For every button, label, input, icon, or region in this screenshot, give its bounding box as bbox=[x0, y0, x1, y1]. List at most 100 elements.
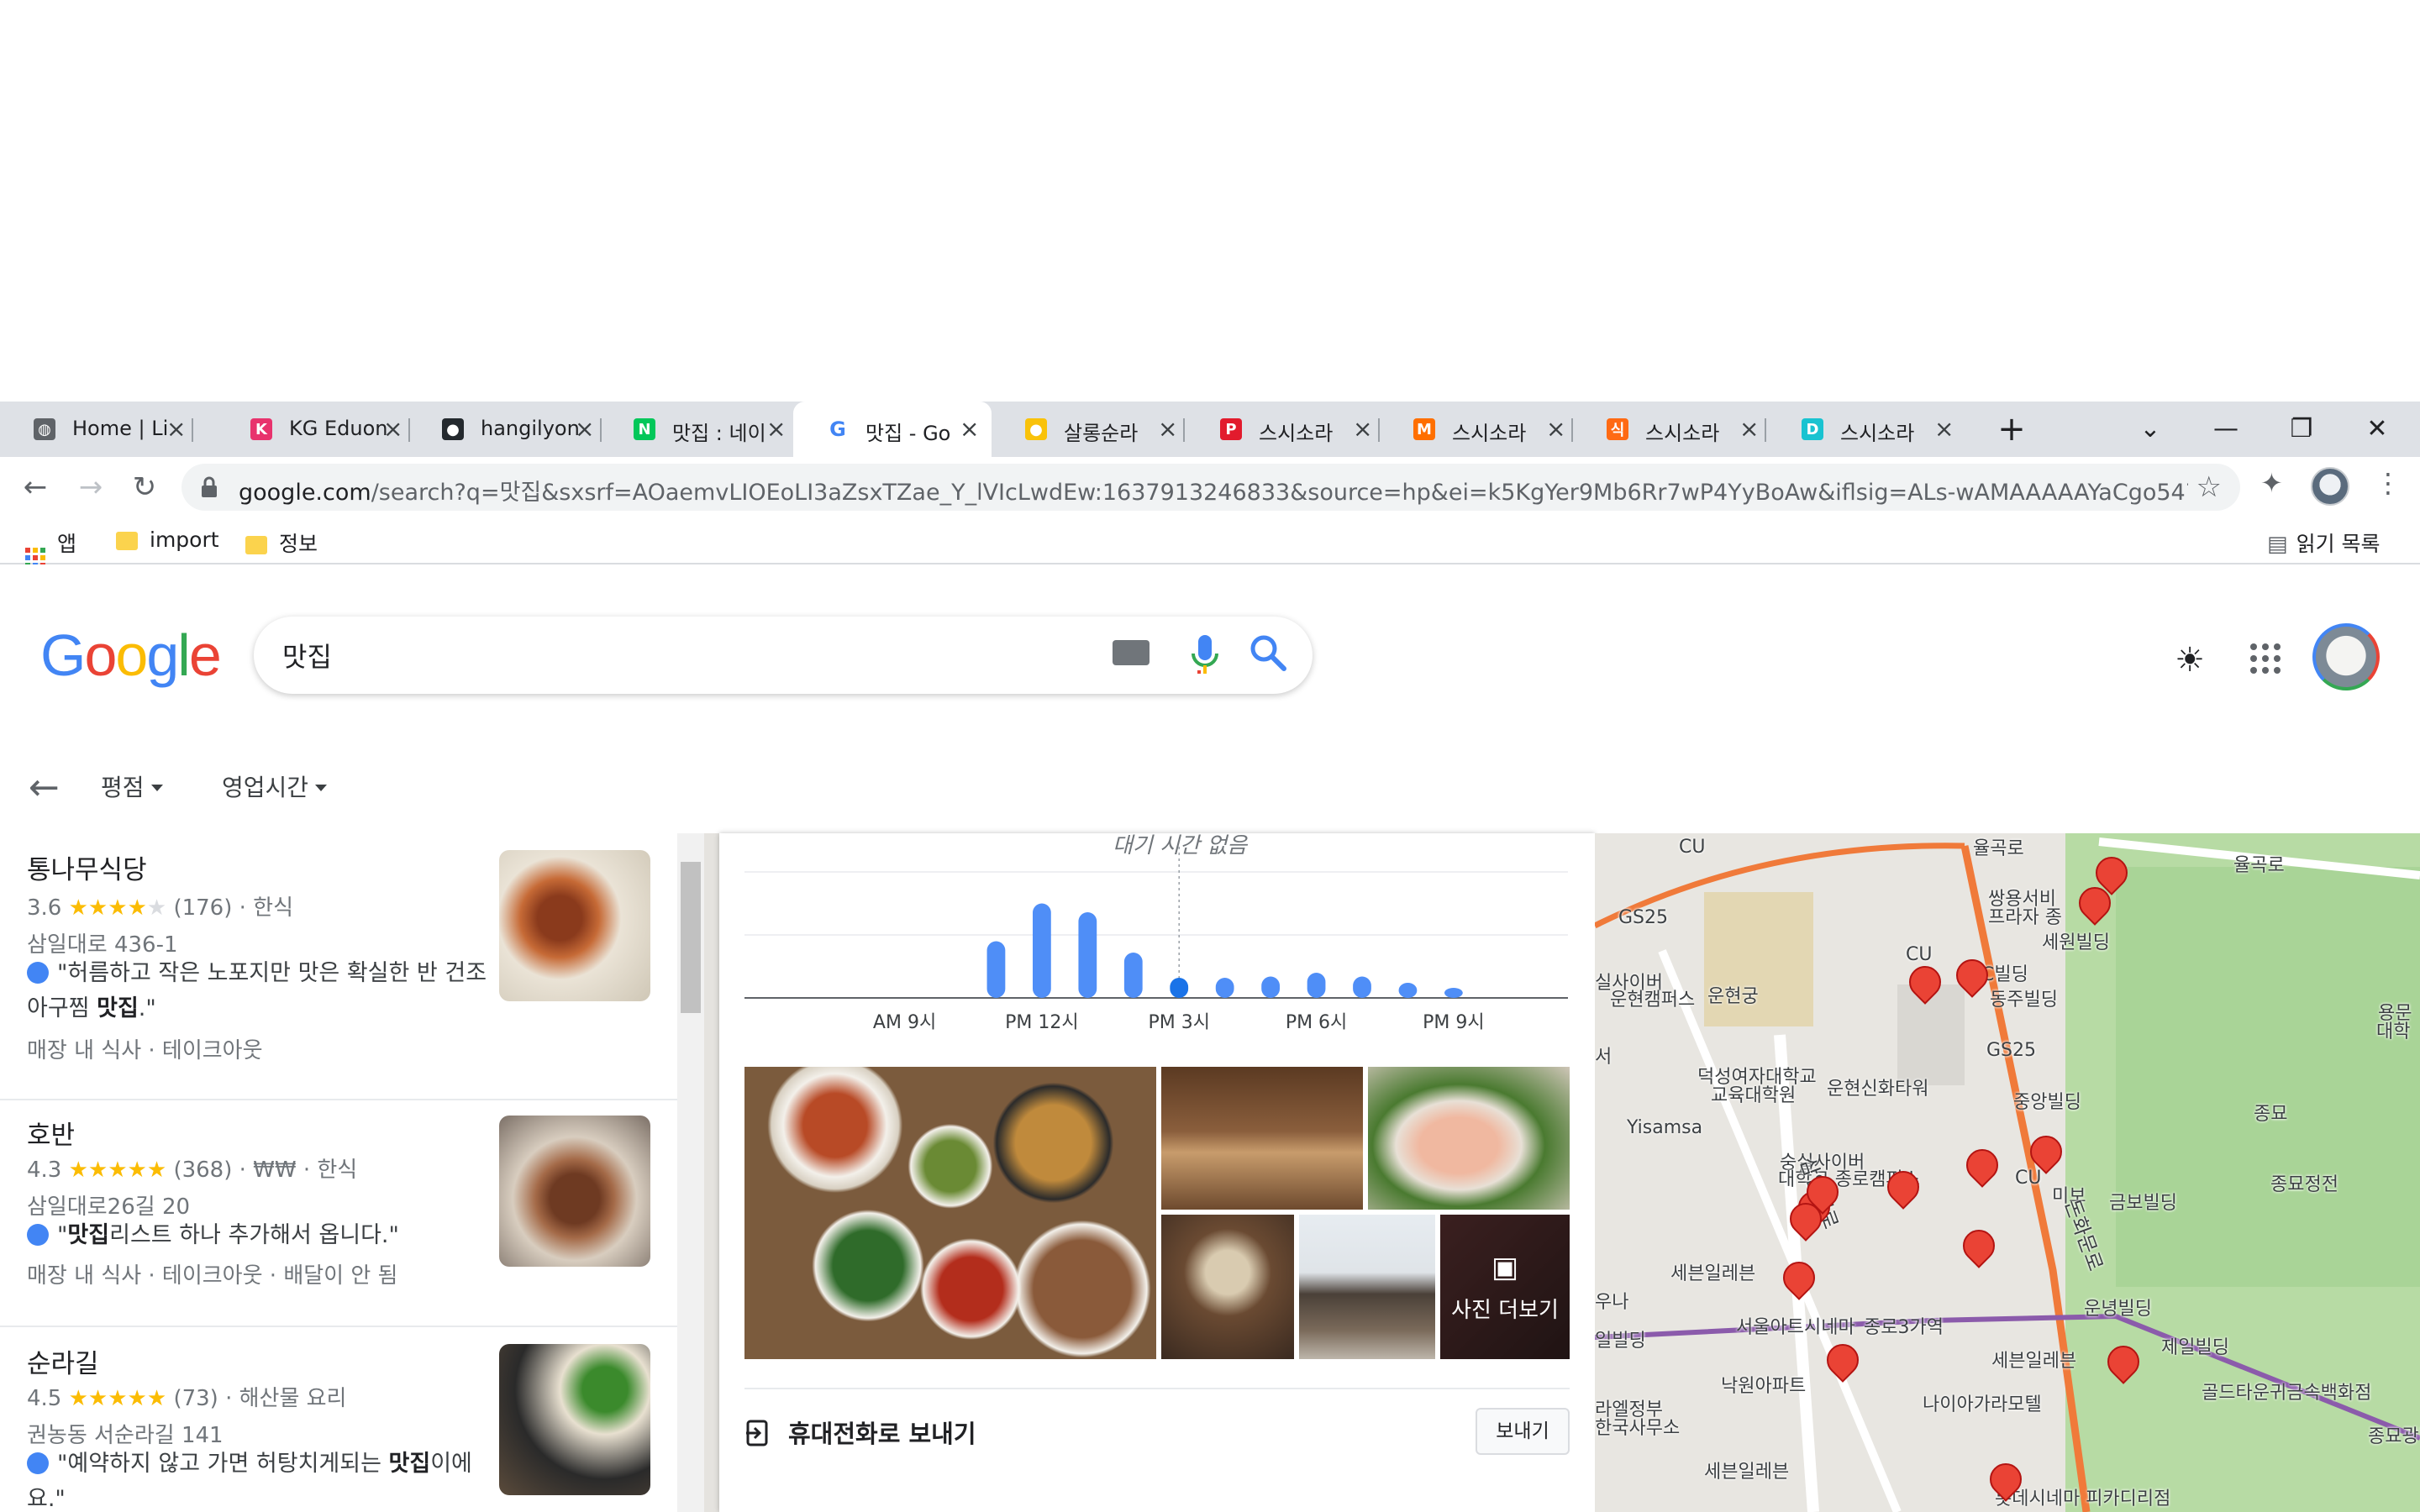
map-view[interactable]: CU 율곡로 율곡로 GS25 쌍용서비 프라자 종 세원빌딩 C빌딩 동주빌딩 CU 실사이버 운현… bbox=[1595, 833, 2420, 1512]
list-scrollbar[interactable] bbox=[677, 833, 704, 1512]
forward-button[interactable]: → bbox=[69, 465, 113, 509]
photo-interior[interactable] bbox=[1161, 1067, 1363, 1210]
tab-strip: ◍ Home | Li × K KG Eduon × ● hangilyon × N 맛집 : 네이… bbox=[0, 402, 2420, 457]
more-photos-button[interactable]: ▣ 사진 더보기 bbox=[1440, 1215, 1570, 1359]
chart-bar[interactable] bbox=[1078, 912, 1097, 998]
reload-button[interactable]: ↻ bbox=[123, 465, 166, 509]
search-input[interactable] bbox=[282, 635, 1123, 675]
chart-bar[interactable] bbox=[1261, 976, 1280, 999]
tab-3[interactable]: N 맛집 : 네이 × bbox=[600, 402, 793, 457]
bookmark-folder-import[interactable]: import bbox=[116, 528, 219, 552]
profile-avatar[interactable] bbox=[2311, 467, 2349, 506]
result-item[interactable]: 호반 4.3 ★★★★★ (368) · ₩₩ · 한식 삼일대로26길 20 … bbox=[0, 1100, 677, 1327]
tab-close-icon[interactable]: × bbox=[575, 415, 594, 443]
bookmark-star-icon[interactable]: ☆ bbox=[2196, 470, 2222, 504]
account-avatar[interactable] bbox=[2312, 623, 2380, 690]
extensions-icon[interactable]: ✦ bbox=[2260, 467, 2283, 499]
tab-close-icon[interactable]: × bbox=[383, 415, 402, 443]
theme-toggle-icon[interactable]: ☀ bbox=[2171, 642, 2208, 679]
photo-storefront[interactable] bbox=[1299, 1215, 1435, 1359]
bookmark-folder-info[interactable]: 정보 bbox=[245, 528, 318, 558]
tab-favicon-icon: P bbox=[1220, 418, 1242, 440]
new-tab-button[interactable]: + bbox=[1986, 402, 2037, 457]
reading-list-button[interactable]: ▤ 읽기 목록 bbox=[2267, 528, 2381, 558]
chart-bar[interactable] bbox=[1123, 953, 1143, 998]
scrollbar-thumb[interactable] bbox=[681, 862, 701, 1013]
minimize-button[interactable]: — bbox=[2188, 402, 2264, 457]
address-bar[interactable]: google.com/search?q=맛집&sxsrf=AOaemvLIOEo… bbox=[182, 464, 2240, 511]
google-logo[interactable]: Google bbox=[40, 622, 222, 689]
user-icon bbox=[27, 1224, 49, 1246]
map-label: 동주빌딩 bbox=[1990, 990, 2058, 1011]
tab-close-icon[interactable]: × bbox=[1739, 415, 1759, 443]
tab-7[interactable]: M 스시소라 × bbox=[1380, 402, 1573, 457]
chart-bar[interactable] bbox=[1353, 976, 1371, 999]
photo-main[interactable] bbox=[744, 1067, 1156, 1359]
keyboard-icon[interactable] bbox=[1113, 640, 1150, 665]
bookmark-label: import bbox=[150, 528, 219, 552]
tab-close-icon[interactable]: × bbox=[1158, 415, 1177, 443]
result-photo[interactable] bbox=[499, 850, 650, 1001]
restore-button[interactable]: ❐ bbox=[2264, 402, 2339, 457]
chart-bar[interactable] bbox=[1307, 973, 1326, 998]
result-title[interactable]: 통나무식당 bbox=[27, 848, 147, 886]
tab-close-icon[interactable]: × bbox=[1934, 415, 1954, 443]
back-arrow-icon[interactable]: ← bbox=[29, 766, 60, 809]
chart-bar[interactable] bbox=[1170, 978, 1189, 998]
filter-rating[interactable]: 평점 bbox=[101, 769, 163, 803]
chart-bar[interactable] bbox=[1444, 988, 1463, 998]
chart-bar[interactable] bbox=[1398, 983, 1418, 998]
bookmark-apps[interactable]: 앱 bbox=[25, 528, 76, 568]
results-area: 통나무식당 3.6 ★★★★★ (176) · 한식 삼일대로 436-1 "허… bbox=[0, 833, 2420, 1512]
chart-bar[interactable] bbox=[1215, 978, 1234, 998]
tab-close-icon[interactable]: × bbox=[1353, 415, 1372, 443]
tab-9[interactable]: D 스시소라 × bbox=[1768, 402, 1961, 457]
bookmarks-bar: 앱 import 정보 ▤ 읽기 목록 bbox=[0, 517, 2420, 568]
result-item[interactable]: 통나무식당 3.6 ★★★★★ (176) · 한식 삼일대로 436-1 "허… bbox=[0, 833, 677, 1100]
result-item[interactable]: 순라길 4.5 ★★★★★ (73) · 해산물 요리 권농동 서순라길 141… bbox=[0, 1327, 677, 1512]
user-icon bbox=[27, 962, 49, 984]
map-label: 서울아트시네마 bbox=[1736, 1317, 1855, 1338]
chart-bar[interactable] bbox=[1033, 903, 1051, 999]
tab-4[interactable]: G 맛집 - Go × bbox=[793, 402, 992, 457]
tab-1[interactable]: K KG Eduon × bbox=[217, 402, 410, 457]
result-address: 삼일대로26길 20 bbox=[27, 1194, 191, 1220]
tab-close-icon[interactable]: × bbox=[960, 415, 979, 443]
tab-2[interactable]: ● hangilyon × bbox=[408, 402, 602, 457]
star-rating-icon: ★★★★★ bbox=[68, 895, 167, 921]
browser-menu-icon[interactable]: ⋮ bbox=[2375, 467, 2402, 499]
rating-value: 3.6 bbox=[27, 895, 62, 921]
tab-favicon-icon: ◍ bbox=[34, 418, 55, 440]
result-title[interactable]: 호반 bbox=[27, 1114, 75, 1152]
tab-separator bbox=[1183, 418, 1185, 442]
tab-close-icon[interactable]: × bbox=[766, 415, 786, 443]
send-button[interactable]: 보내기 bbox=[1476, 1408, 1570, 1455]
tab-close-icon[interactable]: × bbox=[166, 415, 186, 443]
tab-close-icon[interactable]: × bbox=[1546, 415, 1565, 443]
search-icon[interactable] bbox=[1247, 632, 1289, 674]
tab-5[interactable]: ● 살롱순라 × bbox=[992, 402, 1185, 457]
google-apps-icon[interactable] bbox=[2247, 642, 2284, 679]
filter-hours[interactable]: 영업시간 bbox=[222, 769, 328, 803]
back-button[interactable]: ← bbox=[13, 465, 57, 509]
screen: { "tabs": [ {"title": "Home | Li", "fav_… bbox=[0, 0, 2420, 1512]
result-address: 삼일대로 436-1 bbox=[27, 932, 178, 958]
map-label: 서 bbox=[1595, 1047, 1612, 1068]
tab-0[interactable]: ◍ Home | Li × bbox=[0, 402, 193, 457]
result-photo[interactable] bbox=[499, 1344, 650, 1495]
map-label: 세븐일레븐 bbox=[1670, 1263, 1756, 1284]
chart-bar[interactable] bbox=[986, 941, 1006, 999]
tab-search-button[interactable]: ⌄ bbox=[2112, 402, 2188, 457]
microphone-icon[interactable] bbox=[1188, 633, 1222, 677]
bookmark-apps-label: 앱 bbox=[57, 532, 77, 556]
result-photo[interactable] bbox=[499, 1116, 650, 1267]
tab-6[interactable]: P 스시소라 × bbox=[1186, 402, 1380, 457]
close-window-button[interactable]: ✕ bbox=[2339, 402, 2415, 457]
tab-8[interactable]: 식 스시소라 × bbox=[1573, 402, 1766, 457]
result-services: 매장 내 식사 · 테이크아웃 · 배달이 안 됨 bbox=[27, 1263, 398, 1289]
quote-bold: 맛집 bbox=[388, 1451, 431, 1477]
photo-sashimi[interactable] bbox=[1368, 1067, 1570, 1210]
quote-bold: 맛집 bbox=[97, 995, 139, 1021]
result-title[interactable]: 순라길 bbox=[27, 1342, 99, 1380]
photo-table[interactable] bbox=[1161, 1215, 1294, 1359]
